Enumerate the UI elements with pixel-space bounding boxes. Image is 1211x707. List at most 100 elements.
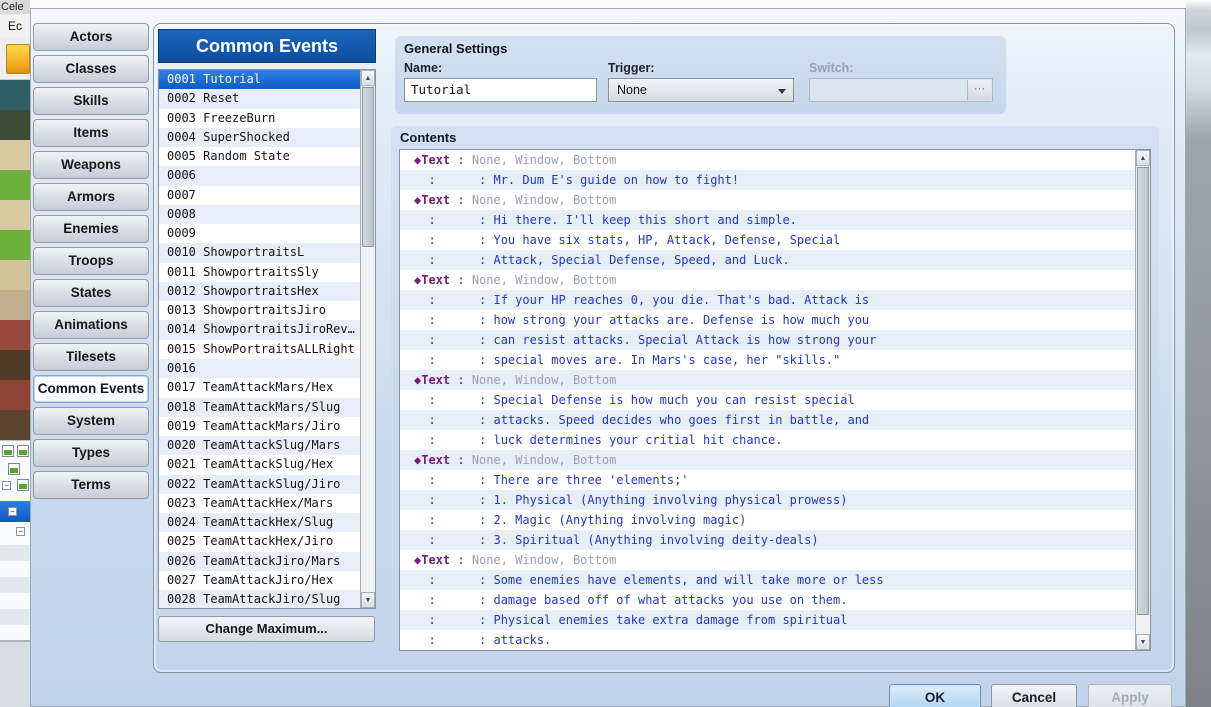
apply-button[interactable]: Apply xyxy=(1088,684,1172,707)
event-command-line[interactable]: ◆Text : None, Window, Bottom xyxy=(400,270,1135,290)
database-dialog: Actors Classes Skills Items Weapons Armors Ene… xyxy=(30,8,1186,707)
tab-troops[interactable]: Troops xyxy=(33,247,149,275)
common-event-item[interactable]: 0004 SuperShocked xyxy=(159,128,360,147)
command-params: None, Window, Bottom xyxy=(472,273,617,287)
event-text-line[interactable]: : : luck determines your critial hit cha… xyxy=(400,430,1135,450)
common-event-item[interactable]: 0001 Tutorial xyxy=(159,70,360,89)
common-events-scrollbar[interactable]: ▲ ▼ xyxy=(360,70,375,608)
event-text-line[interactable]: : : Some enemies have elements, and will… xyxy=(400,570,1135,590)
common-event-item[interactable]: 0006 xyxy=(159,166,360,185)
event-command-line[interactable]: ◆Text : None, Window, Bottom xyxy=(400,370,1135,390)
event-text-line[interactable]: : : 2. Magic (Anything involving magic) xyxy=(400,510,1135,530)
switch-browse-button[interactable]: ··· xyxy=(967,80,991,100)
common-event-item[interactable]: 0012 ShowportraitsHex xyxy=(159,282,360,301)
scroll-down-icon[interactable]: ▼ xyxy=(361,592,375,608)
event-text-line[interactable]: : : Mr. Dum E's guide on how to fight! xyxy=(400,170,1135,190)
scroll-down-icon[interactable]: ▼ xyxy=(1136,634,1150,650)
common-event-item[interactable]: 0005 Random State xyxy=(159,147,360,166)
command-text: : : If your HP reaches 0, you die. That'… xyxy=(414,293,869,307)
tab-animations[interactable]: Animations xyxy=(33,311,149,339)
common-event-item[interactable]: 0017 TeamAttackMars/Hex xyxy=(159,378,360,397)
common-event-item[interactable]: 0014 ShowportraitsJiroRev… xyxy=(159,320,360,339)
event-command-list[interactable]: ◆Text : None, Window, Bottom : : Mr. Dum… xyxy=(399,149,1151,651)
contents-title: Contents xyxy=(400,130,456,145)
event-command-line[interactable]: ◆Text : None, Window, Bottom xyxy=(400,150,1135,170)
scrollbar-thumb[interactable] xyxy=(1137,167,1149,615)
ok-button[interactable]: OK xyxy=(889,684,981,707)
common-event-item[interactable]: 0020 TeamAttackSlug/Mars xyxy=(159,436,360,455)
chevron-down-icon xyxy=(778,89,786,94)
common-event-item[interactable]: 0024 TeamAttackHex/Slug xyxy=(159,513,360,532)
contents-scrollbar[interactable]: ▲ ▼ xyxy=(1135,150,1150,650)
common-event-item[interactable]: 0003 FreezeBurn xyxy=(159,109,360,128)
common-event-item[interactable]: 0002 Reset xyxy=(159,89,360,108)
tab-skills[interactable]: Skills xyxy=(33,87,149,115)
tab-terms[interactable]: Terms xyxy=(33,471,149,499)
common-event-item[interactable]: 0008 xyxy=(159,205,360,224)
dialog-titlebar-sliver xyxy=(25,0,1211,8)
tree-collapse-icon[interactable]: − xyxy=(16,527,25,536)
event-text-line[interactable]: : : Special Defense is how much you can … xyxy=(400,390,1135,410)
event-text-line[interactable]: : : Attack, Special Defense, Speed, and … xyxy=(400,250,1135,270)
common-event-item[interactable]: 0015 ShowPortraitsALLRight xyxy=(159,340,360,359)
event-text-line[interactable]: : : There are three 'elements;' xyxy=(400,470,1135,490)
event-text-line[interactable]: : : Physical enemies take extra damage f… xyxy=(400,610,1135,630)
common-event-item[interactable]: 0022 TeamAttackSlug/Jiro xyxy=(159,475,360,494)
category-tabs: Actors Classes Skills Items Weapons Armors Ene… xyxy=(33,23,149,515)
event-text-line[interactable]: : : damage based off of what attacks you… xyxy=(400,590,1135,610)
tree-collapse-icon[interactable]: − xyxy=(2,481,11,490)
event-command-line[interactable]: ◆Text : None, Window, Bottom xyxy=(400,450,1135,470)
common-event-item[interactable]: 0021 TeamAttackSlug/Hex xyxy=(159,455,360,474)
tab-weapons[interactable]: Weapons xyxy=(33,151,149,179)
event-text-line[interactable]: : : special moves are. In Mars's case, h… xyxy=(400,350,1135,370)
common-event-item[interactable]: 0007 xyxy=(159,186,360,205)
tab-enemies[interactable]: Enemies xyxy=(33,215,149,243)
common-events-list: 0001 Tutorial0002 Reset0003 FreezeBurn00… xyxy=(158,69,376,609)
tree-collapse-icon[interactable]: − xyxy=(8,507,17,516)
map-item-icon xyxy=(17,445,29,457)
common-event-item[interactable]: 0013 ShowportraitsJiro xyxy=(159,301,360,320)
common-event-item[interactable]: 0011 ShowportraitsSly xyxy=(159,263,360,282)
event-command-line[interactable]: ◆Text : None, Window, Bottom xyxy=(400,550,1135,570)
tab-actors[interactable]: Actors xyxy=(33,23,149,51)
event-text-line[interactable]: : : Hi there. I'll keep this short and s… xyxy=(400,210,1135,230)
event-text-line[interactable]: : : You have six stats, HP, Attack, Defe… xyxy=(400,230,1135,250)
event-command-line[interactable]: ◆Text : None, Window, Bottom xyxy=(400,190,1135,210)
common-event-item[interactable]: 0010 ShowportraitsL xyxy=(159,243,360,262)
common-event-item[interactable]: 0026 TeamAttackJiro/Mars xyxy=(159,552,360,571)
tab-system[interactable]: System xyxy=(33,407,149,435)
map-tile xyxy=(0,170,30,200)
tab-tilesets[interactable]: Tilesets xyxy=(33,343,149,371)
event-text-line[interactable]: : : attacks. Speed decides who goes firs… xyxy=(400,410,1135,430)
scrollbar-thumb[interactable] xyxy=(362,87,374,247)
event-text-line[interactable]: : : 1. Physical (Anything involving phys… xyxy=(400,490,1135,510)
name-input[interactable]: Tutorial xyxy=(404,78,597,102)
cancel-button[interactable]: Cancel xyxy=(991,684,1077,707)
event-text-line[interactable]: : : 3. Spiritual (Anything involving dei… xyxy=(400,530,1135,550)
common-event-item[interactable]: 0027 TeamAttackJiro/Hex xyxy=(159,571,360,590)
event-text-line[interactable]: : : attacks. xyxy=(400,630,1135,650)
common-event-item[interactable]: 0023 TeamAttackHex/Mars xyxy=(159,494,360,513)
event-text-line[interactable]: : : how strong your attacks are. Defense… xyxy=(400,310,1135,330)
tab-states[interactable]: States xyxy=(33,279,149,307)
tab-classes[interactable]: Classes xyxy=(33,55,149,83)
tab-common-events[interactable]: Common Events xyxy=(33,375,149,403)
scroll-up-icon[interactable]: ▲ xyxy=(1136,150,1150,166)
common-event-item[interactable]: 0025 TeamAttackHex/Jiro xyxy=(159,532,360,551)
scroll-up-icon[interactable]: ▲ xyxy=(361,70,375,86)
common-event-item[interactable]: 0018 TeamAttackMars/Slug xyxy=(159,398,360,417)
tab-items[interactable]: Items xyxy=(33,119,149,147)
command-text: : : Hi there. I'll keep this short and s… xyxy=(414,213,797,227)
trigger-select[interactable]: None xyxy=(608,78,794,102)
common-event-item[interactable]: 0019 TeamAttackMars/Jiro xyxy=(159,417,360,436)
map-tree-selected-row[interactable]: − xyxy=(0,501,30,522)
common-event-item[interactable]: 0016 xyxy=(159,359,360,378)
change-maximum-button[interactable]: Change Maximum... xyxy=(158,616,375,642)
common-event-item[interactable]: 0009 xyxy=(159,224,360,243)
command-separator: : xyxy=(450,373,472,387)
common-event-item[interactable]: 0028 TeamAttackJiro/Slug xyxy=(159,590,360,609)
event-text-line[interactable]: : : can resist attacks. Special Attack i… xyxy=(400,330,1135,350)
event-text-line[interactable]: : : If your HP reaches 0, you die. That'… xyxy=(400,290,1135,310)
tab-types[interactable]: Types xyxy=(33,439,149,467)
tab-armors[interactable]: Armors xyxy=(33,183,149,211)
